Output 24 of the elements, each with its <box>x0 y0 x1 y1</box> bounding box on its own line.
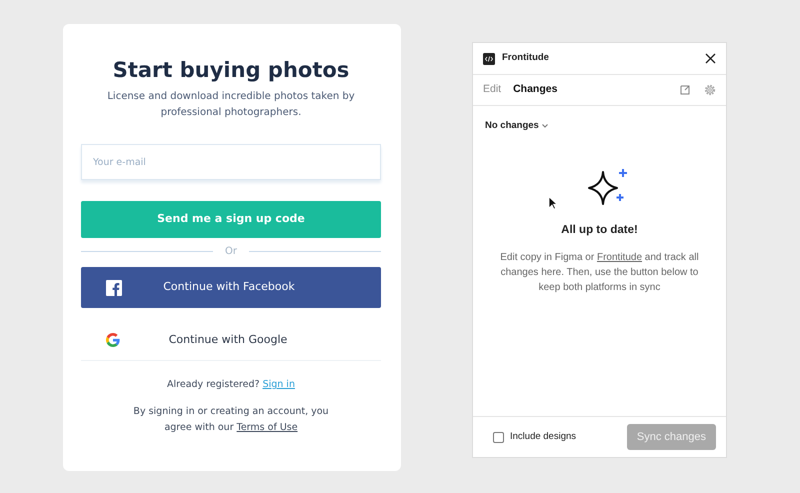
sign-in-prompt: Already registered? Sign in <box>166 378 296 392</box>
email-field[interactable]: Your e-mail <box>81 144 381 180</box>
status-description: Edit copy in Figma or Frontitude and track all changes here. Then, use the button below to keep both platforms in sync <box>499 251 700 296</box>
terms-notice: By signing in or creating an account, you agree with our Terms of Use <box>132 405 330 436</box>
caret-icon[interactable] <box>542 124 548 128</box>
divider-label: Or <box>225 245 237 260</box>
plugin-title: Frontitude <box>502 51 550 66</box>
cursor-icon <box>548 196 557 210</box>
frontitude-link[interactable]: Frontitude <box>596 252 642 264</box>
code-icon <box>483 52 495 64</box>
terms-link[interactable]: Terms of Use <box>236 422 298 434</box>
subtitle: License and download incredible photos taken by professional photographers. <box>106 90 356 120</box>
facebook-icon <box>106 280 122 296</box>
settings-icon[interactable] <box>704 84 716 96</box>
tab[interactable]: Changes <box>513 82 562 98</box>
page-title: Start buying photos <box>112 58 350 84</box>
checkbox-label: Include designs <box>510 430 578 444</box>
facebook-button[interactable]: Continue with Facebook <box>81 267 381 308</box>
close-icon[interactable] <box>705 53 716 64</box>
external-link-icon[interactable] <box>680 85 690 95</box>
status-heading: All up to date! <box>561 224 638 238</box>
google-icon <box>106 333 120 348</box>
checkbox[interactable] <box>493 432 504 442</box>
filter-dropdown[interactable]: No changes <box>485 119 539 134</box>
